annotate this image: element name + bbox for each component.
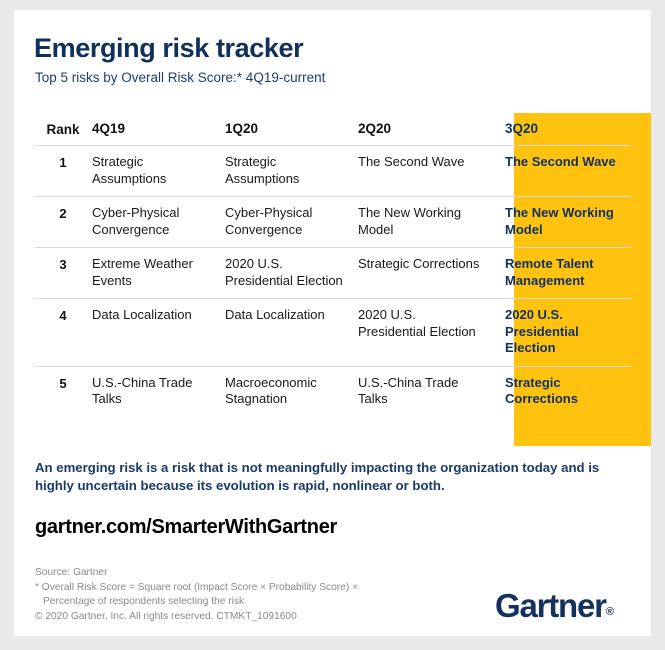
- cell-2q20: The New Working Model: [358, 205, 462, 237]
- cell-rank: 3: [59, 257, 67, 272]
- cell-1q20: 2020 U.S. Presidential Election: [225, 256, 343, 288]
- cell-2q20: 2020 U.S. Presidential Election: [358, 307, 476, 339]
- registered-mark-icon: ®: [605, 606, 614, 618]
- cell-3q20: The Second Wave: [505, 154, 616, 169]
- cell-2q20: The Second Wave: [358, 154, 465, 169]
- table-row: 4 Data Localization Data Localization 20…: [34, 299, 631, 367]
- column-header-4q19: 4Q19: [92, 120, 126, 136]
- cell-rank: 4: [59, 308, 67, 323]
- gartner-logo: Gartner®: [495, 587, 614, 625]
- cell-4q19: Data Localization: [92, 307, 192, 322]
- table-row: 5 U.S.-China Trade Talks Macroeconomic S…: [34, 367, 631, 417]
- cell-3q20: Remote Talent Management: [505, 256, 594, 288]
- gartner-logo-text: Gartner: [495, 587, 607, 624]
- table-row: 1 Strategic Assumptions Strategic Assump…: [34, 146, 631, 197]
- cell-1q20: Strategic Assumptions: [225, 154, 300, 186]
- cell-3q20: Strategic Corrections: [505, 374, 578, 407]
- gartner-url[interactable]: gartner.com/SmarterWithGartner: [35, 516, 337, 539]
- poster-card: Emerging risk tracker Top 5 risks by Ove…: [14, 10, 651, 636]
- cell-3q20: The New Working Model: [505, 205, 614, 237]
- cell-rank: 2: [59, 206, 67, 221]
- cell-2q20: Strategic Corrections: [358, 256, 480, 271]
- source-line: Source: Gartner: [35, 567, 108, 578]
- column-header-3q20: 3Q20: [505, 120, 539, 136]
- cell-4q19: Extreme Weather Events: [92, 256, 193, 288]
- risk-table: Rank 4Q19 1Q20 2Q20 3Q20 1 Strategic Ass…: [34, 113, 651, 446]
- column-header-rank: Rank: [46, 122, 80, 137]
- copyright-line: © 2020 Gartner, Inc. All rights reserved…: [35, 610, 297, 622]
- table-row: 2 Cyber-Physical Convergence Cyber-Physi…: [34, 197, 631, 248]
- definition-callout: An emerging risk is a risk that is not m…: [35, 460, 600, 493]
- cell-3q20: 2020 U.S. Presidential Election: [505, 307, 579, 355]
- footer-notes: Source: Gartner * Overall Risk Score = S…: [35, 566, 358, 624]
- cell-4q19: U.S.-China Trade Talks: [92, 374, 193, 407]
- cell-rank: 1: [59, 155, 67, 170]
- page-title: Emerging risk tracker: [34, 33, 304, 63]
- column-header-1q20: 1Q20: [225, 120, 259, 136]
- footnote-line-1: * Overall Risk Score = Square root (Impa…: [35, 581, 359, 593]
- table-row: 3 Extreme Weather Events 2020 U.S. Presi…: [34, 248, 631, 299]
- cell-4q19: Cyber-Physical Convergence: [92, 205, 180, 237]
- cell-4q19: Strategic Assumptions: [92, 154, 167, 186]
- cell-2q20: U.S.-China Trade Talks: [358, 374, 459, 407]
- page-subtitle: Top 5 risks by Overall Risk Score:* 4Q19…: [35, 70, 326, 85]
- cell-1q20: Data Localization: [225, 307, 325, 322]
- cell-1q20: Cyber-Physical Convergence: [225, 205, 313, 237]
- footnote-line-2: Percentage of respondents selecting the …: [43, 596, 245, 607]
- table-header-row: Rank 4Q19 1Q20 2Q20 3Q20: [34, 113, 631, 146]
- cell-rank: 5: [59, 375, 67, 391]
- column-header-2q20: 2Q20: [358, 120, 392, 136]
- cell-1q20: Macroeconomic Stagnation: [225, 374, 317, 407]
